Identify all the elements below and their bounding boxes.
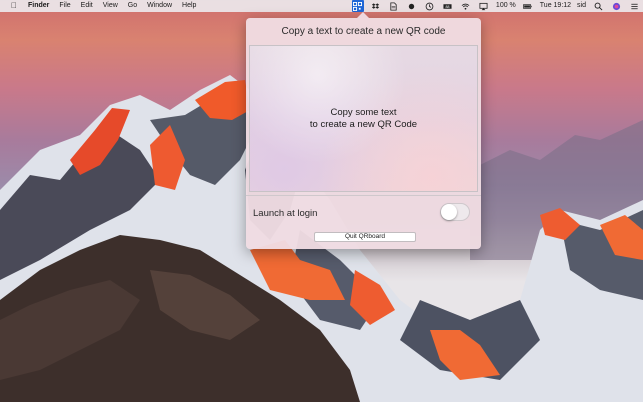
time-machine-icon[interactable] — [424, 0, 436, 12]
menu-finder[interactable]: Finder — [28, 0, 49, 12]
qr-code-area: Copy some text to create a new QR Code — [249, 45, 478, 192]
menu-view[interactable]: View — [103, 0, 118, 12]
menu-window[interactable]: Window — [147, 0, 172, 12]
launch-at-login-label: Launch at login — [253, 208, 318, 219]
battery-icon[interactable] — [522, 0, 534, 12]
svg-text:88: 88 — [446, 4, 450, 8]
search-icon[interactable] — [592, 0, 604, 12]
quit-button[interactable]: Quit QRboard — [314, 232, 416, 242]
battery-percent[interactable]: 100 % — [496, 0, 516, 12]
dropbox-icon[interactable] — [370, 0, 382, 12]
wifi-icon[interactable] — [460, 0, 472, 12]
apple-menu-icon[interactable]:  — [9, 0, 19, 12]
popover-arrow — [357, 12, 369, 18]
menu-bar:  Finder File Edit View Go Window Help 8… — [0, 0, 643, 12]
menu-file[interactable]: File — [59, 0, 70, 12]
record-dot-icon[interactable] — [406, 0, 418, 12]
hint-line-2: to create a new QR Code — [309, 118, 418, 130]
hint-line-1: Copy some text — [330, 106, 397, 118]
menu-go[interactable]: Go — [128, 0, 137, 12]
menu-help[interactable]: Help — [182, 0, 196, 12]
divider — [246, 195, 481, 196]
battery-monitor-icon[interactable]: 88 — [442, 0, 454, 12]
list-icon[interactable] — [628, 0, 640, 12]
siri-icon[interactable] — [610, 0, 622, 12]
qr-icon[interactable] — [351, 0, 364, 12]
clock[interactable]: Tue 19:12 — [540, 0, 571, 12]
popover-title: Copy a text to create a new QR code — [281, 26, 446, 37]
document-icon[interactable] — [388, 0, 400, 12]
menu-edit[interactable]: Edit — [81, 0, 93, 12]
airplay-icon[interactable] — [478, 0, 490, 12]
user-name[interactable]: sid — [577, 0, 586, 12]
launch-at-login-toggle[interactable] — [440, 203, 470, 221]
qrboard-popover: Copy a text to create a new QR code Copy… — [246, 12, 481, 249]
toggle-knob — [441, 204, 457, 220]
